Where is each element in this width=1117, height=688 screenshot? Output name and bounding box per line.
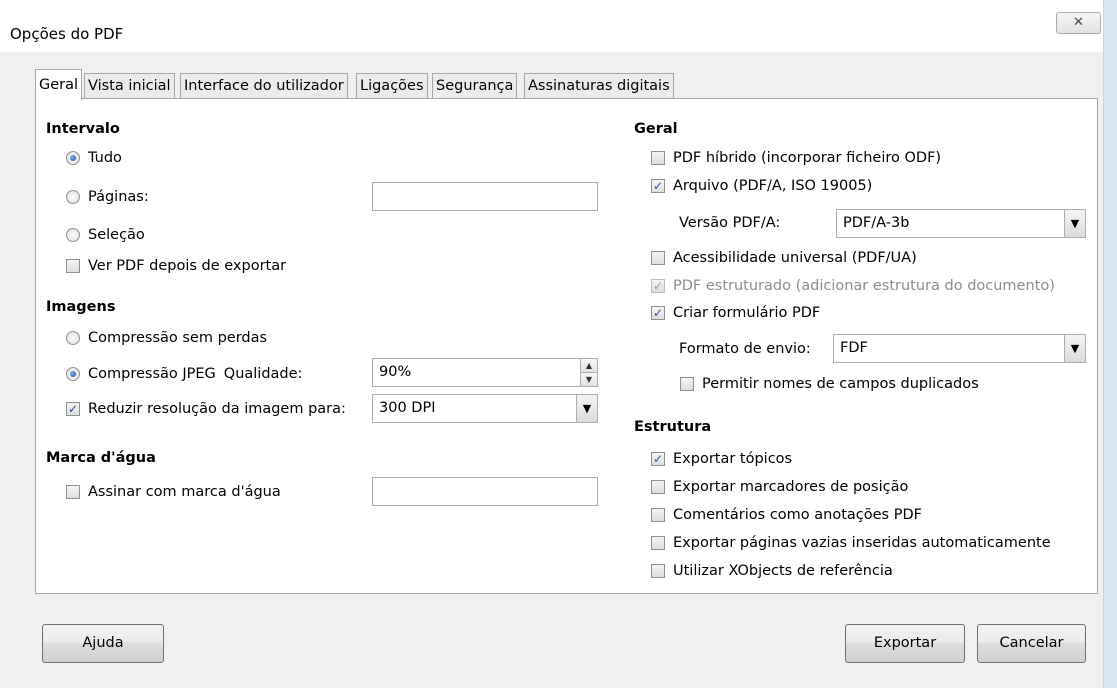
formato-label: Formato de envio: [679, 341, 811, 357]
checkbox-exportar-marcadores[interactable]: Exportar marcadores de posição [651, 479, 908, 495]
assinar-label: Assinar com marca d'água [88, 484, 281, 500]
checkbox-checked-icon: ✓ [651, 306, 665, 320]
geral-heading: Geral [634, 121, 678, 137]
arquivo-label: Arquivo (PDF/A, ISO 19005) [673, 178, 873, 194]
checkbox-criar-formulario[interactable]: ✓ Criar formulário PDF [651, 305, 820, 321]
checkbox-exportar-topicos[interactable]: ✓ Exportar tópicos [651, 451, 792, 467]
jpeg-label: Compressão JPEG [88, 366, 216, 382]
xobjects-label: Utilizar XObjects de referência [673, 563, 893, 579]
duplicados-label: Permitir nomes de campos duplicados [702, 376, 979, 392]
checkbox-unchecked-icon [651, 480, 665, 494]
checkbox-unchecked-icon [651, 536, 665, 550]
imagens-heading: Imagens [46, 299, 116, 315]
checkbox-unchecked-icon [66, 485, 80, 499]
versao-pdfa-combo[interactable]: PDF/A-3b ▼ [836, 209, 1086, 238]
marca-heading: Marca d'água [46, 450, 156, 466]
radio-paginas[interactable]: Páginas: [66, 189, 149, 205]
spin-up-icon[interactable]: ▲ [580, 359, 597, 373]
paginas-input[interactable] [372, 182, 598, 211]
sem-perdas-label: Compressão sem perdas [88, 330, 268, 346]
resolucao-combo[interactable]: 300 DPI ▼ [372, 394, 598, 423]
acessibilidade-label: Acessibilidade universal (PDF/UA) [673, 250, 917, 266]
cancelar-button[interactable]: Cancelar [977, 624, 1086, 663]
checkbox-checked-disabled-icon: ✓ [651, 279, 665, 293]
checkbox-assinar-marca[interactable]: Assinar com marca d'água [66, 484, 281, 500]
radio-tudo-label: Tudo [88, 150, 122, 166]
tab-assinaturas-digitais[interactable]: Assinaturas digitais [524, 73, 674, 99]
versao-value: PDF/A-3b [843, 215, 910, 231]
checkbox-checked-icon: ✓ [651, 452, 665, 466]
radio-icon [66, 228, 80, 242]
hibrido-label: PDF híbrido (incorporar ficheiro ODF) [673, 150, 942, 166]
estruturado-label: PDF estruturado (adicionar estrutura do … [673, 278, 1055, 294]
checkbox-xobjects[interactable]: Utilizar XObjects de referência [651, 563, 893, 579]
checkbox-ver-pdf[interactable]: Ver PDF depois de exportar [66, 258, 286, 274]
radio-selecao[interactable]: Seleção [66, 227, 145, 243]
checkbox-unchecked-icon [66, 259, 80, 273]
checkbox-pdf-estruturado: ✓ PDF estruturado (adicionar estrutura d… [651, 278, 1055, 294]
exportar-button[interactable]: Exportar [845, 624, 965, 663]
radio-selected-icon [66, 367, 80, 381]
formato-value: FDF [840, 340, 868, 356]
spin-down-icon[interactable]: ▼ [580, 373, 597, 386]
resolucao-value: 300 DPI [379, 400, 436, 416]
tab-interface-do-utilizador[interactable]: Interface do utilizador [180, 73, 348, 99]
ajuda-button[interactable]: Ajuda [42, 624, 164, 663]
formulario-label: Criar formulário PDF [673, 305, 821, 321]
checkbox-permitir-duplicados[interactable]: Permitir nomes de campos duplicados [680, 376, 979, 392]
checkbox-unchecked-icon [680, 377, 694, 391]
vazias-label: Exportar páginas vazias inseridas automa… [673, 535, 1051, 551]
marcadores-label: Exportar marcadores de posição [673, 479, 909, 495]
marca-agua-input[interactable] [372, 477, 598, 506]
title-bar: Opções do PDF ✕ [0, 0, 1117, 52]
checkbox-comentarios[interactable]: Comentários como anotações PDF [651, 507, 922, 523]
comentarios-label: Comentários como anotações PDF [673, 507, 922, 523]
versao-label: Versão PDF/A: [679, 215, 781, 231]
checkbox-pdf-hibrido[interactable]: PDF híbrido (incorporar ficheiro ODF) [651, 150, 941, 166]
checkbox-unchecked-icon [651, 151, 665, 165]
checkbox-paginas-vazias[interactable]: Exportar páginas vazias inseridas automa… [651, 535, 1051, 551]
checkbox-acessibilidade[interactable]: Acessibilidade universal (PDF/UA) [651, 250, 917, 266]
dialog-title: Opções do PDF [10, 25, 124, 43]
close-button[interactable]: ✕ [1056, 12, 1101, 34]
reduzir-label: Reduzir resolução da imagem para: [88, 401, 346, 417]
radio-icon [66, 331, 80, 345]
tab-ligacoes[interactable]: Ligações [356, 73, 428, 99]
radio-tudo[interactable]: Tudo [66, 150, 122, 166]
qualidade-value: 90% [379, 364, 412, 380]
ver-pdf-label: Ver PDF depois de exportar [88, 258, 287, 274]
window-right-edge [1103, 0, 1117, 688]
qualidade-spinbox[interactable]: 90% ▲ ▼ [372, 358, 598, 387]
dropdown-icon[interactable]: ▼ [1064, 335, 1085, 362]
dropdown-icon[interactable]: ▼ [576, 395, 597, 422]
checkbox-unchecked-icon [651, 564, 665, 578]
intervalo-heading: Intervalo [46, 121, 120, 137]
versao-label-row: Versão PDF/A: [679, 215, 780, 231]
close-icon: ✕ [1073, 15, 1084, 30]
dropdown-icon[interactable]: ▼ [1064, 210, 1085, 237]
checkbox-reduzir-resolucao[interactable]: ✓ Reduzir resolução da imagem para: [66, 401, 346, 417]
tab-vista-inicial[interactable]: Vista inicial [84, 73, 175, 99]
tab-seguranca[interactable]: Segurança [432, 73, 518, 99]
checkbox-checked-icon: ✓ [651, 179, 665, 193]
checkbox-checked-icon: ✓ [66, 402, 80, 416]
qualidade-label: Qualidade: [223, 366, 303, 382]
radio-icon [66, 190, 80, 204]
estrutura-heading: Estrutura [634, 419, 712, 435]
tab-geral[interactable]: Geral [35, 69, 83, 100]
radio-paginas-label: Páginas: [88, 189, 149, 205]
window-bottom-edge [0, 684, 1103, 688]
radio-selected-icon [66, 151, 80, 165]
checkbox-unchecked-icon [651, 251, 665, 265]
checkbox-arquivo[interactable]: ✓ Arquivo (PDF/A, ISO 19005) [651, 178, 872, 194]
radio-compressao-sem-perdas[interactable]: Compressão sem perdas [66, 330, 267, 346]
radio-compressao-jpeg[interactable]: Compressão JPEG Qualidade: [66, 366, 302, 382]
topicos-label: Exportar tópicos [673, 451, 793, 467]
radio-selecao-label: Seleção [88, 227, 145, 243]
checkbox-unchecked-icon [651, 508, 665, 522]
pdf-options-dialog: Opções do PDF ✕ Geral Vista inicial Inte… [0, 0, 1117, 688]
formato-label-row: Formato de envio: [679, 341, 811, 357]
formato-envio-combo[interactable]: FDF ▼ [833, 334, 1086, 363]
